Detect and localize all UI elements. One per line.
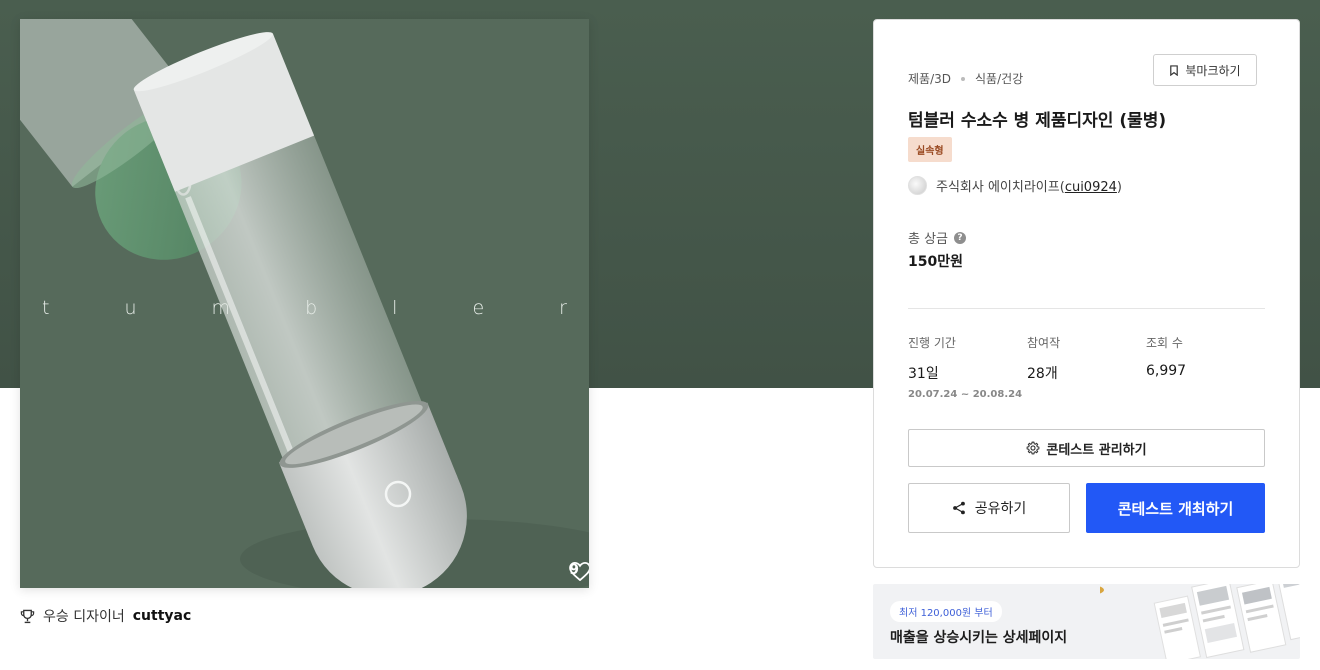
bookmark-label: 북마크하기	[1185, 63, 1241, 78]
breadcrumb: 제품/3D 식품/건강	[908, 70, 1023, 87]
host-handle-close: )	[1116, 180, 1122, 195]
breadcrumb-category[interactable]: 제품/3D	[908, 70, 951, 87]
product-word-letter: l	[392, 297, 398, 319]
breadcrumb-separator	[961, 76, 965, 81]
product-image[interactable]: t u m b l e r 9	[20, 19, 589, 588]
ad-illustration	[1100, 584, 1300, 659]
gear-icon	[1026, 441, 1040, 455]
stat-period: 진행 기간 31일 20.07.24 ~ 20.08.24	[908, 334, 1027, 400]
stat-period-label: 진행 기간	[908, 336, 956, 350]
heart-icon[interactable]	[569, 562, 589, 581]
stat-views-value: 6,997	[1146, 363, 1187, 379]
winner-name[interactable]: cuttyac	[133, 608, 192, 624]
stat-period-range: 20.07.24 ~ 20.08.24	[908, 389, 1023, 400]
stat-views: 조회 수 6,997	[1146, 334, 1265, 400]
winner-label: 우승 디자이너	[43, 609, 125, 625]
share-button[interactable]: 공유하기	[908, 483, 1070, 533]
product-word-letter: m	[211, 297, 231, 319]
product-word: t u m b l e r	[20, 297, 589, 319]
contest-info-card: 제품/3D 식품/건강 북마크하기 텀블러 수소수 병 제품디자인 (물병) 실…	[873, 19, 1300, 568]
plan-badge: 실속형	[908, 137, 952, 162]
stat-entries-label: 참여작	[1027, 336, 1061, 350]
host-contest-button[interactable]: 콘테스트 개최하기	[1086, 483, 1265, 533]
stat-period-value: 31일	[908, 366, 939, 382]
stat-entries: 참여작 28개	[1027, 334, 1146, 400]
divider	[908, 308, 1265, 309]
prize-label: 총 상금 ?	[908, 228, 967, 247]
bookmark-button[interactable]: 북마크하기	[1153, 54, 1257, 86]
ad-price-chip: 최저 120,000원 부터	[890, 601, 1002, 622]
contest-stats: 진행 기간 31일 20.07.24 ~ 20.08.24 참여작 28개 조회…	[908, 334, 1265, 400]
stat-views-label: 조회 수	[1146, 336, 1183, 350]
breadcrumb-subcategory[interactable]: 식품/건강	[975, 70, 1023, 87]
product-word-letter: e	[472, 297, 485, 319]
host-avatar[interactable]	[908, 176, 927, 195]
winner-info: 우승 디자이너 cuttyac	[20, 606, 191, 626]
manage-contest-label: 콘테스트 관리하기	[1046, 442, 1147, 458]
contest-title: 텀블러 수소수 병 제품디자인 (물병)	[908, 111, 1167, 131]
trophy-icon	[20, 609, 35, 623]
prize-value: 150만원	[908, 254, 963, 270]
manage-contest-button[interactable]: 콘테스트 관리하기	[908, 429, 1265, 467]
help-icon[interactable]: ?	[954, 231, 967, 244]
like-button[interactable]: 9	[569, 562, 589, 581]
host-name: 주식회사 에이치라이프	[936, 180, 1060, 195]
product-word-letter: u	[124, 297, 137, 319]
host-info: 주식회사 에이치라이프(cui0924)	[908, 176, 1122, 195]
share-label: 공유하기	[974, 501, 1027, 517]
ad-banner[interactable]: 최저 120,000원 부터 매출을 상승시키는 상세페이지	[873, 584, 1300, 659]
product-word-letter: r	[559, 297, 567, 319]
product-word-letter: b	[305, 297, 318, 319]
share-icon	[952, 501, 965, 515]
stat-entries-value: 28개	[1027, 366, 1058, 382]
product-word-letter: t	[42, 297, 50, 319]
prize-label-text: 총 상금	[908, 232, 949, 247]
bookmark-icon	[1170, 64, 1179, 76]
host-handle-link[interactable]: cui0924	[1065, 180, 1117, 195]
ad-headline: 매출을 상승시키는 상세페이지	[890, 630, 1068, 646]
